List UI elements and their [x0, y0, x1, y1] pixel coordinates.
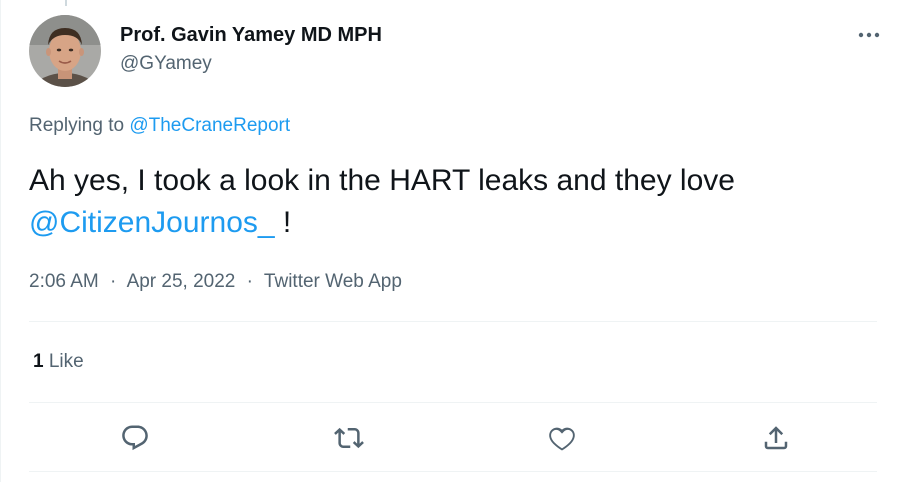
- tweet-text-body: Ah yes, I took a look in the HART leaks …: [29, 164, 735, 197]
- avatar[interactable]: [29, 15, 101, 87]
- reply-icon: [122, 425, 148, 451]
- divider-bottom: [29, 471, 877, 472]
- reply-button[interactable]: [115, 418, 155, 458]
- share-button[interactable]: [756, 418, 796, 458]
- retweet-icon: [334, 427, 364, 449]
- tweet-time[interactable]: 2:06 AM: [29, 271, 99, 292]
- more-dots-icon: [858, 32, 880, 38]
- likes-summary[interactable]: 1 Like: [33, 350, 84, 374]
- like-button[interactable]: [542, 418, 582, 458]
- reply-context: Replying to @TheCraneReport: [29, 114, 290, 138]
- reply-mention-link[interactable]: @TheCraneReport: [129, 115, 290, 136]
- retweet-button[interactable]: [329, 418, 369, 458]
- tweet-date[interactable]: Apr 25, 2022: [127, 271, 236, 292]
- tweet-text-suffix: !: [274, 206, 292, 239]
- divider-middle: [29, 402, 877, 403]
- divider-top: [29, 321, 877, 322]
- reply-prefix: Replying to: [29, 115, 125, 136]
- meta-separator: ·: [110, 271, 117, 292]
- profile-photo-icon: [29, 15, 101, 87]
- heart-icon: [549, 427, 575, 451]
- more-options-button[interactable]: [854, 20, 884, 50]
- tweet-text: Ah yes, I took a look in the HART leaks …: [29, 160, 879, 244]
- action-bar: [29, 418, 877, 458]
- tweet-source[interactable]: Twitter Web App: [264, 271, 402, 292]
- likes-count: 1: [33, 351, 44, 372]
- author-handle[interactable]: @GYamey: [120, 52, 212, 76]
- author-name[interactable]: Prof. Gavin Yamey MD MPH: [120, 22, 382, 48]
- thread-edge: [0, 0, 1, 482]
- meta-separator: ·: [246, 271, 253, 292]
- tweet-mention-link[interactable]: @CitizenJournos_: [29, 206, 275, 239]
- likes-label: Like: [48, 351, 84, 372]
- thread-connector-line: [65, 0, 67, 6]
- share-icon: [764, 426, 788, 450]
- tweet-meta: 2:06 AM · Apr 25, 2022 · Twitter Web App: [29, 270, 402, 294]
